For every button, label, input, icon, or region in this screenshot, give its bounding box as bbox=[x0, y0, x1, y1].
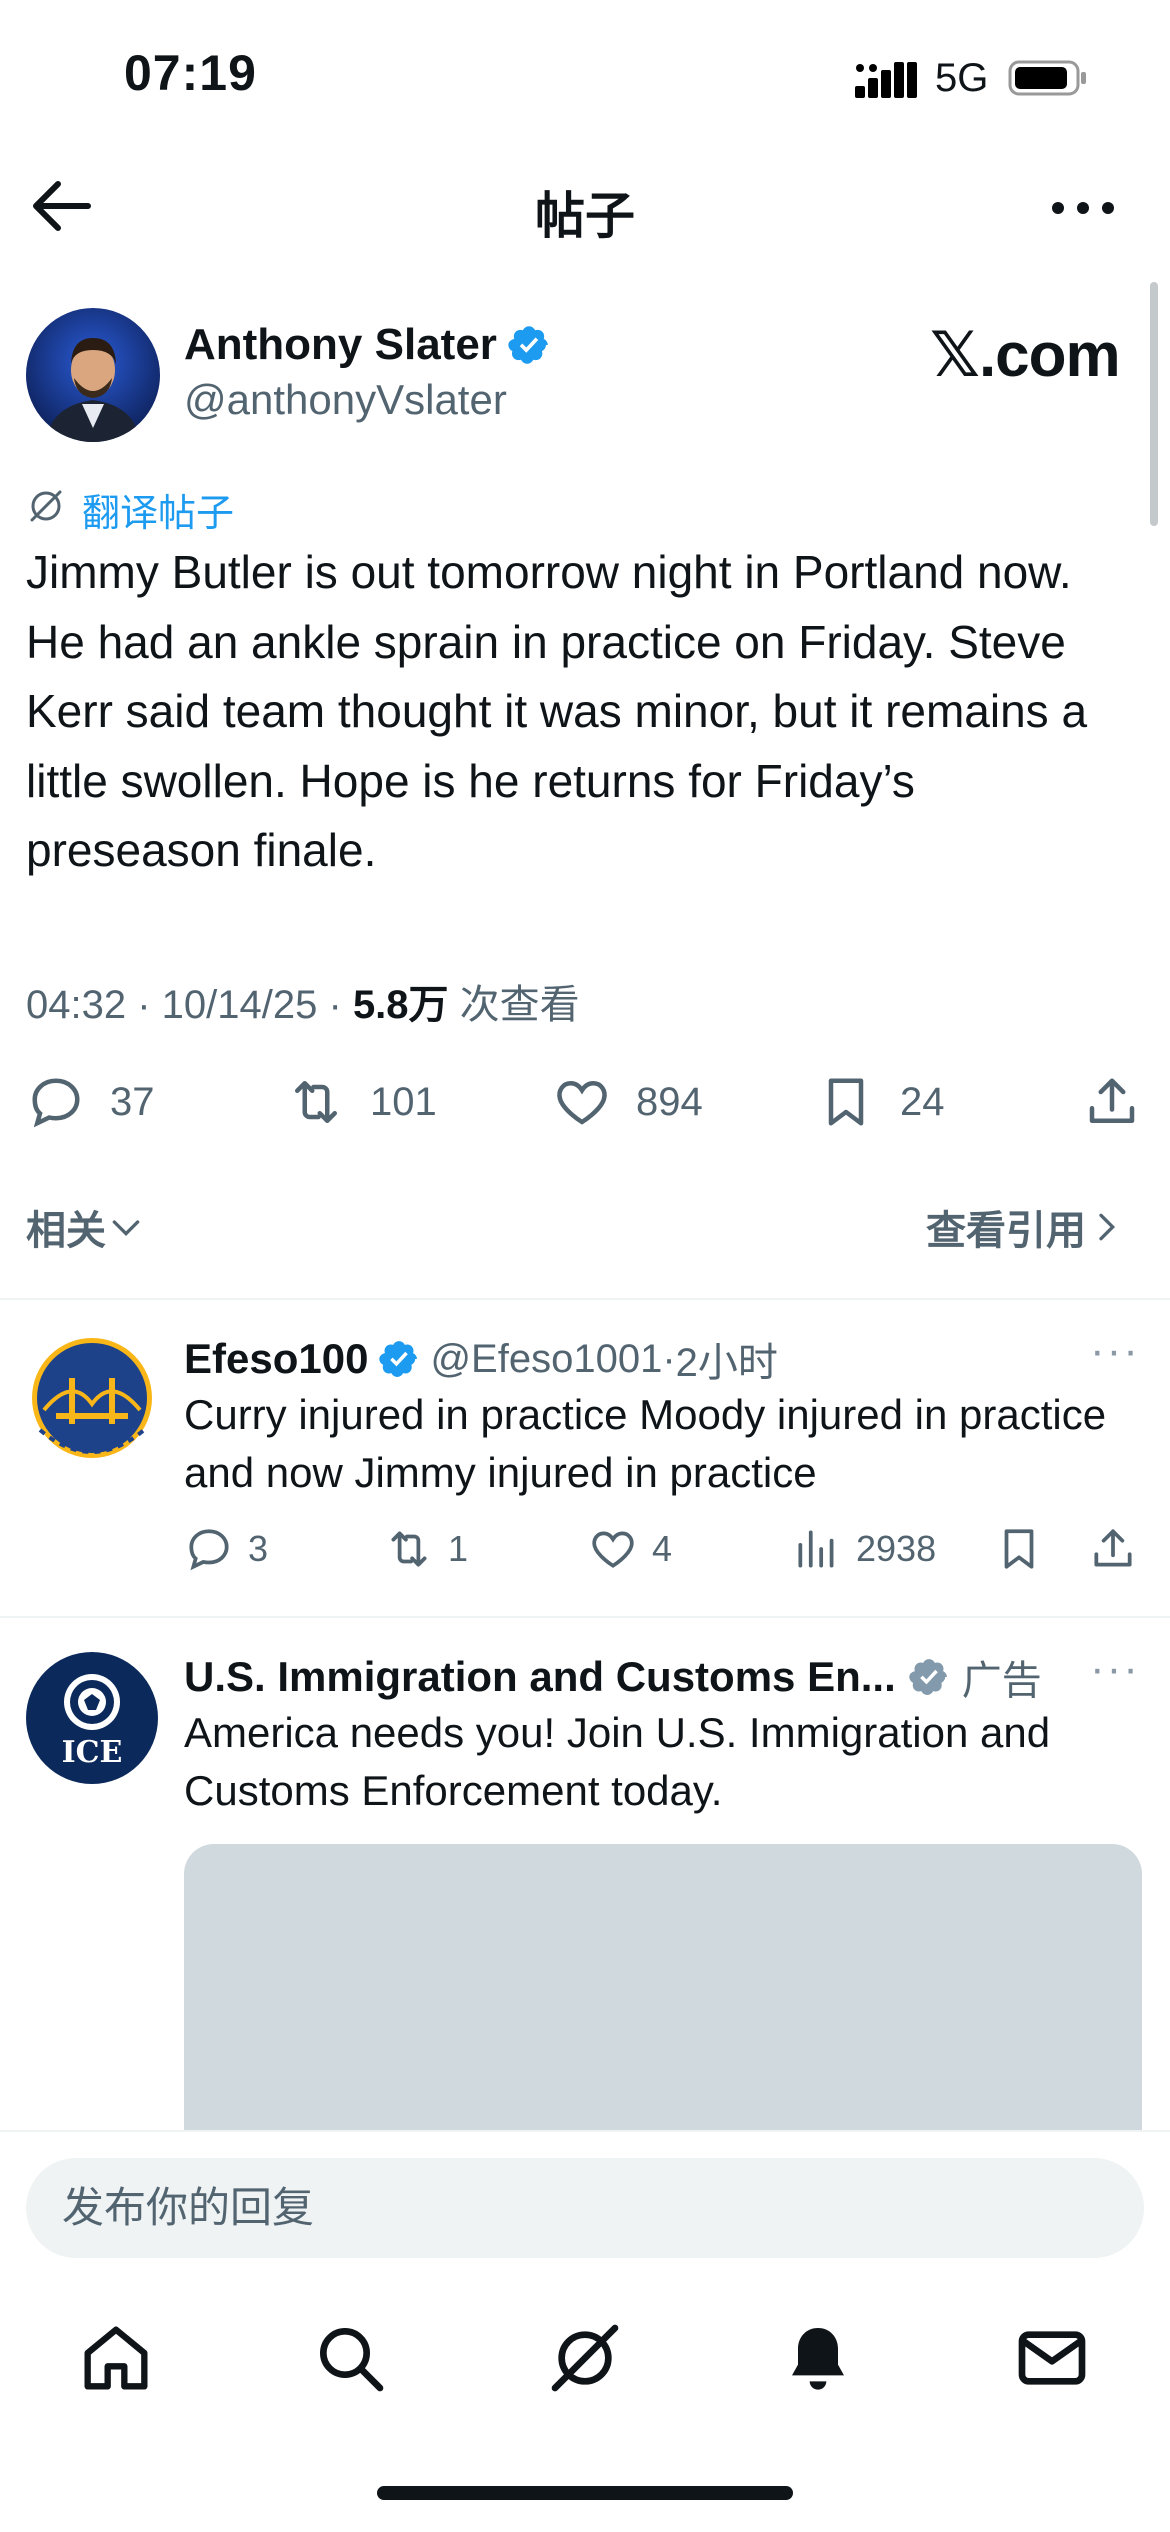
ice-seal-logo: ICE bbox=[62, 1674, 123, 1770]
reply-like-button[interactable]: 4 bbox=[588, 1524, 672, 1574]
messages-envelope-icon[interactable] bbox=[1012, 2318, 1092, 2398]
reply-author-handle[interactable]: @Efeso1001 bbox=[430, 1337, 662, 1382]
share-icon bbox=[1089, 1078, 1135, 1123]
reply-icon bbox=[189, 1529, 229, 1571]
post-text: Jimmy Butler is out tomorrow night in Po… bbox=[26, 546, 1088, 876]
author-name[interactable]: Anthony Slater bbox=[184, 320, 497, 370]
translate-icon[interactable] bbox=[26, 486, 66, 526]
reply-count: 37 bbox=[110, 1079, 155, 1124]
bookmark-icon bbox=[828, 1078, 864, 1126]
view-quotes-link[interactable]: 查看引用 bbox=[926, 1198, 1126, 1256]
signal-icon bbox=[855, 62, 917, 98]
verified-gray-badge-icon bbox=[909, 1659, 947, 1695]
battery-icon bbox=[1008, 60, 1086, 96]
meta-separator: · bbox=[662, 1336, 676, 1381]
author-avatar[interactable] bbox=[26, 308, 160, 442]
bookmark-button[interactable]: 24 bbox=[816, 1070, 945, 1134]
heart-icon bbox=[557, 1080, 607, 1125]
ad-avatar[interactable]: ICE bbox=[26, 1652, 158, 1784]
ad-author-name[interactable]: U.S. Immigration and Customs En... bbox=[184, 1653, 896, 1701]
quotes-label: 查看引用 bbox=[926, 1209, 1086, 1253]
author-name-row[interactable]: Anthony Slater bbox=[184, 320, 551, 370]
ad-text: America needs you! Join U.S. Immigration… bbox=[184, 1709, 1051, 1814]
analytics-icon bbox=[798, 1530, 834, 1568]
reply-repost-button[interactable]: 1 bbox=[384, 1524, 468, 1574]
reply-text: Curry injured in practice Moody injured … bbox=[184, 1391, 1107, 1496]
views-label: 次查看 bbox=[459, 983, 580, 1027]
chevron-down-icon bbox=[112, 1220, 140, 1237]
verified-badge-icon bbox=[508, 326, 548, 364]
scrollbar[interactable] bbox=[1150, 282, 1158, 526]
reply-repost-count: 1 bbox=[448, 1528, 469, 1569]
post-date[interactable]: 10/14/25 bbox=[162, 983, 318, 1027]
post-time[interactable]: 04:32 bbox=[26, 983, 126, 1027]
like-count: 894 bbox=[636, 1079, 703, 1124]
divider bbox=[0, 1616, 1170, 1618]
reply-icon bbox=[32, 1078, 80, 1128]
search-icon[interactable] bbox=[310, 2318, 390, 2398]
bookmark-count: 24 bbox=[900, 1079, 945, 1124]
ad-media[interactable] bbox=[184, 1844, 1142, 2134]
reply-views-button[interactable]: 2938 bbox=[792, 1524, 936, 1574]
translate-post-link[interactable]: 翻译帖子 bbox=[82, 482, 234, 537]
bookmark-icon[interactable] bbox=[994, 1524, 1044, 1574]
post-meta: 04:32 · 10/14/25 · 5.8万 次查看 bbox=[26, 972, 580, 1030]
repost-count: 101 bbox=[370, 1079, 437, 1124]
warriors-logo-icon bbox=[26, 1334, 158, 1466]
reply-reply-count: 3 bbox=[248, 1528, 269, 1569]
author-photo bbox=[26, 308, 160, 442]
ad-header: U.S. Immigration and Customs En... 广告 bbox=[184, 1648, 1042, 1706]
reply-more-icon[interactable]: ··· bbox=[1090, 1326, 1140, 1376]
grok-icon[interactable] bbox=[545, 2318, 625, 2398]
like-button[interactable]: 894 bbox=[552, 1070, 703, 1134]
reply-author-name[interactable]: Efeso100 bbox=[184, 1335, 368, 1383]
reply-time[interactable]: 2小时 bbox=[676, 1330, 778, 1388]
repost-button[interactable]: 101 bbox=[286, 1070, 437, 1134]
heart-icon bbox=[592, 1531, 634, 1568]
page-title: 帖子 bbox=[535, 188, 635, 244]
reply-views-count: 2938 bbox=[856, 1528, 937, 1569]
verified-badge-icon bbox=[379, 1341, 418, 1377]
ad-more-icon[interactable]: ··· bbox=[1090, 1644, 1140, 1694]
share-button[interactable] bbox=[1082, 1070, 1142, 1134]
home-indicator bbox=[377, 2486, 793, 2500]
related-filter[interactable]: 相关 bbox=[26, 1198, 146, 1256]
chevron-right-icon bbox=[1099, 1213, 1116, 1241]
reply-button[interactable]: 37 bbox=[26, 1070, 155, 1134]
related-label: 相关 bbox=[26, 1209, 106, 1253]
divider bbox=[0, 1298, 1170, 1300]
reply-like-count: 4 bbox=[652, 1528, 673, 1569]
notifications-bell-icon[interactable] bbox=[778, 2318, 858, 2398]
status-time: 07:19 bbox=[124, 45, 257, 101]
x-watermark: 𝕏.com bbox=[930, 321, 1121, 390]
meta-separator: · bbox=[328, 983, 353, 1027]
repost-icon bbox=[391, 1531, 427, 1567]
repost-icon bbox=[295, 1081, 337, 1123]
network-type: 5G bbox=[935, 56, 989, 100]
ice-avatar-text: ICE bbox=[62, 1735, 123, 1770]
reply-input[interactable] bbox=[26, 2158, 1144, 2258]
ad-label: 广告 bbox=[961, 1659, 1042, 1703]
meta-separator: · bbox=[137, 983, 162, 1027]
more-options-icon[interactable] bbox=[1048, 178, 1118, 238]
share-icon[interactable] bbox=[1088, 1524, 1138, 1574]
views-count[interactable]: 5.8万 bbox=[353, 983, 449, 1027]
reply-avatar[interactable] bbox=[26, 1334, 158, 1466]
home-icon[interactable] bbox=[76, 2318, 156, 2398]
reply-header: Efeso100 @Efeso1001 · 2小时 bbox=[184, 1330, 778, 1388]
reply-reply-button[interactable]: 3 bbox=[184, 1524, 268, 1574]
author-handle[interactable]: @anthonyVslater bbox=[184, 376, 507, 424]
